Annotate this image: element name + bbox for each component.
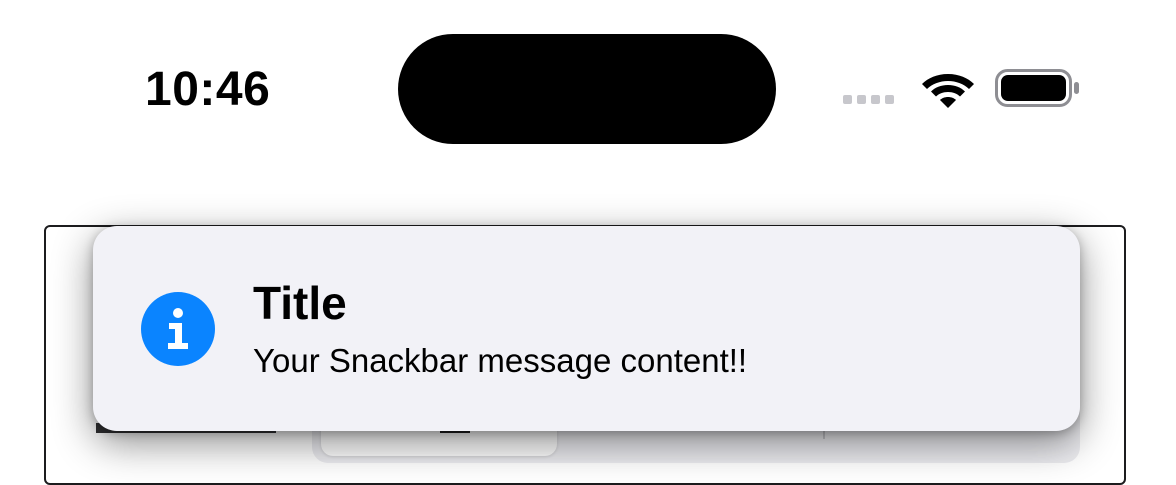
snackbar-message: Your Snackbar message content!! [253, 342, 748, 379]
status-bar: 10:46 [0, 0, 1176, 170]
snackbar[interactable]: Title Your Snackbar message content!! [93, 226, 1080, 431]
battery-icon [995, 69, 1079, 107]
info-icon [141, 292, 215, 366]
status-time: 10:46 [145, 63, 271, 116]
dynamic-island [398, 34, 776, 144]
wifi-icon [922, 74, 974, 108]
snackbar-title: Title [253, 277, 347, 329]
cellular-signal-icon [843, 95, 894, 104]
